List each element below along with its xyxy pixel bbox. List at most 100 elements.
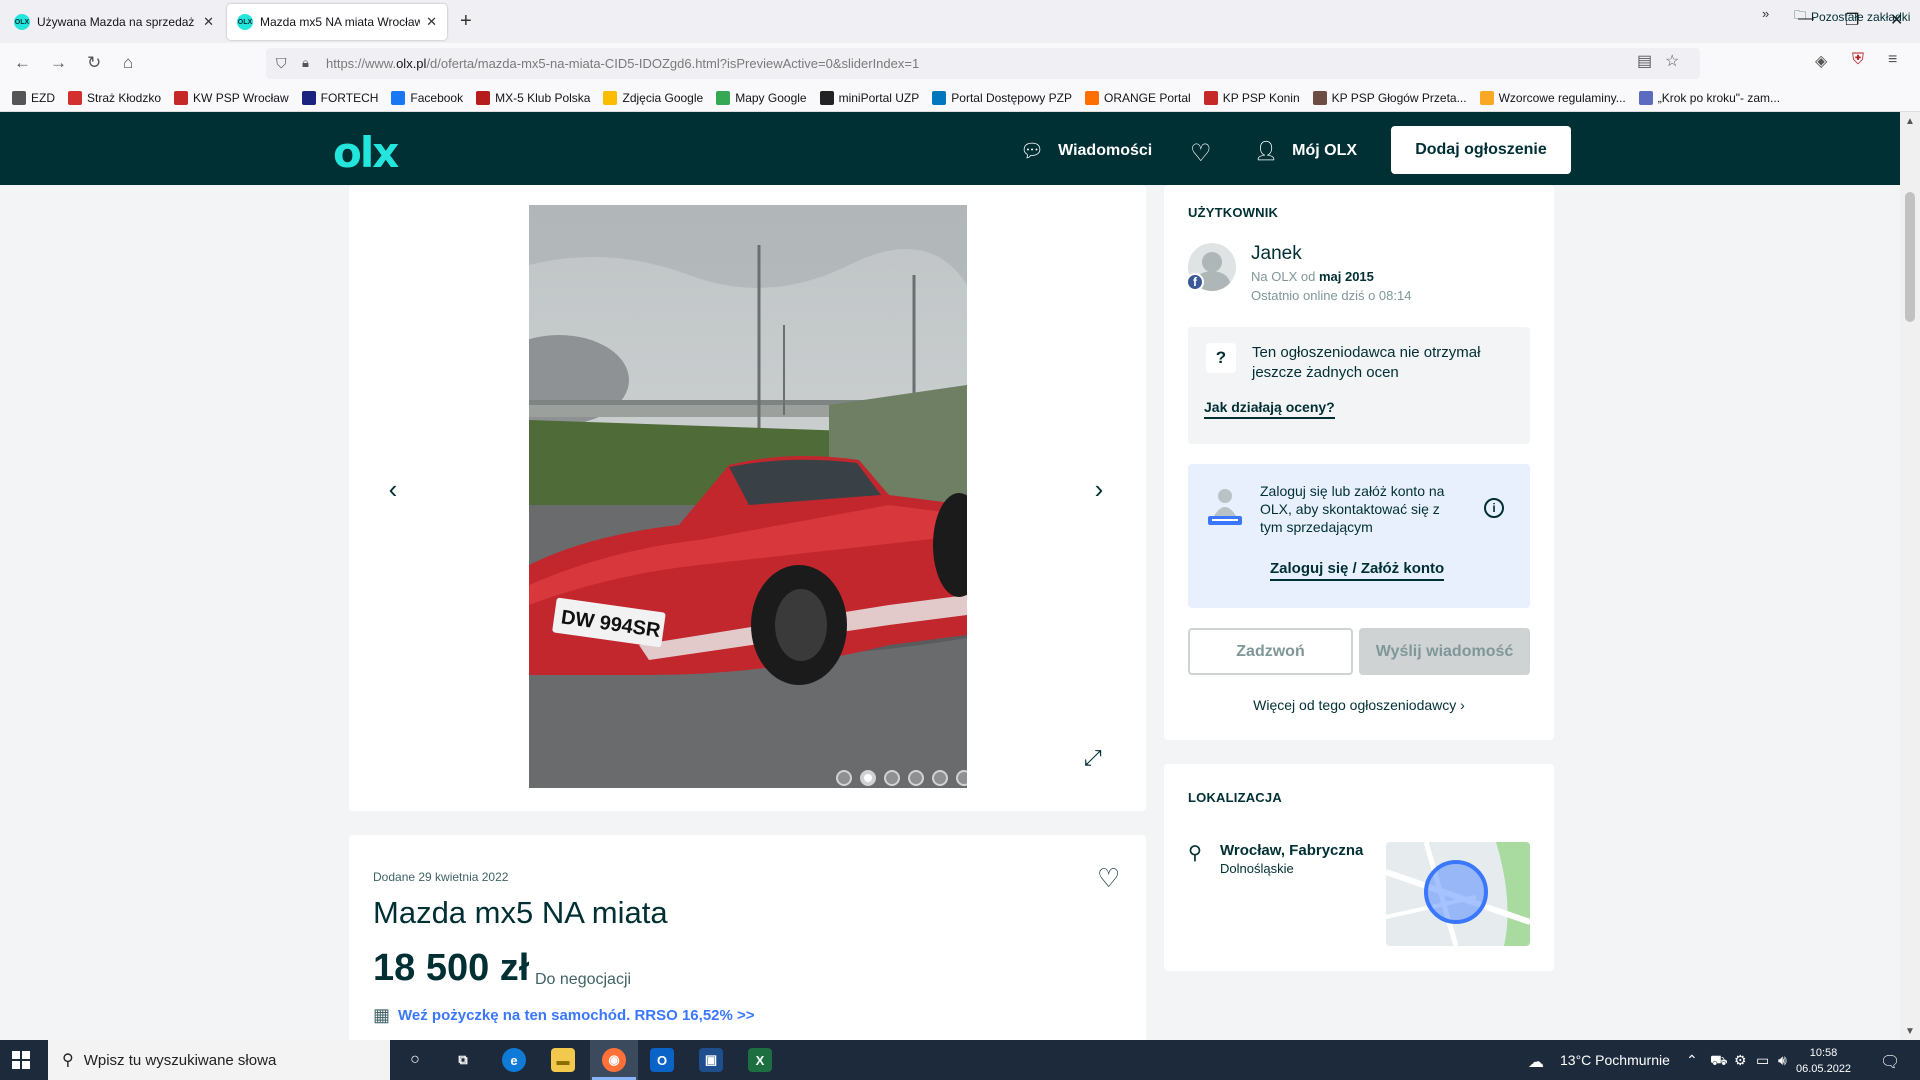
more-bookmarks-icon[interactable]: » — [1762, 6, 1769, 21]
page-scrollbar[interactable]: ▲ ▼ — [1900, 112, 1920, 1040]
bookmark-item[interactable]: FORTECH — [301, 90, 378, 105]
bookmark-label: miniPortal UZP — [838, 90, 920, 105]
bookmark-item[interactable]: miniPortal UZP — [819, 90, 920, 105]
windows-start-icon[interactable] — [12, 1051, 30, 1069]
bookmark-item[interactable]: ORANGE Portal — [1084, 90, 1191, 105]
call-button[interactable]: Zadzwoń — [1188, 628, 1353, 675]
gallery-dot[interactable] — [884, 770, 900, 786]
menu-icon[interactable]: ≡ — [1888, 51, 1897, 69]
bookmark-item[interactable]: KP PSP Konin — [1203, 90, 1300, 105]
negotiable-label: Do negocjacji — [535, 971, 632, 988]
bookmark-item[interactable]: EZD — [12, 90, 55, 105]
gallery-dot[interactable] — [932, 770, 948, 786]
tray-chevron-icon[interactable]: ⌃ — [1686, 1052, 1698, 1069]
my-olx-link[interactable]: 👤︎ Mój OLX — [1254, 139, 1357, 163]
location-city: Wrocław, Fabryczna — [1220, 842, 1364, 859]
forward-icon[interactable]: → — [50, 53, 67, 73]
weather-text[interactable]: 13°C Pochmurnie — [1560, 1052, 1670, 1068]
bookmark-item[interactable]: Straż Kłodzko — [68, 90, 161, 105]
tab-mazda-search[interactable]: OLX Używana Mazda na sprzedaż Og ✕ — [4, 4, 224, 40]
new-tab-icon[interactable]: + — [460, 10, 472, 33]
next-photo-button[interactable]: › — [1083, 473, 1115, 505]
location-section-heading: LOKALIZACJA — [1188, 790, 1282, 805]
photo-gallery: DW 994SR ‹ › ⤢ — [349, 185, 1146, 811]
send-message-button[interactable]: Wyślij wiadomość — [1359, 628, 1530, 675]
gallery-dot[interactable] — [860, 770, 876, 786]
favorite-heart-icon[interactable]: ♡ — [1097, 863, 1120, 894]
url-bar[interactable]: ⛉ 🔒︎ https://www. olx.pl/d/oferta/mazda-m… — [266, 48, 1700, 79]
close-tab-icon[interactable]: ✕ — [203, 14, 214, 30]
bookmark-item[interactable]: Wzorcowe regulaminy... — [1479, 90, 1626, 105]
login-register-link[interactable]: Zaloguj się / Załóż konto — [1270, 560, 1445, 581]
edge-icon[interactable]: e — [502, 1048, 526, 1072]
windows-taskbar: ⚲ Wpisz tu wyszukiwane słowa ○ ⧉ e ▬ ◉ O… — [0, 1040, 1920, 1080]
outlook-icon[interactable]: O — [650, 1048, 674, 1072]
gallery-dot[interactable] — [956, 770, 967, 786]
login-illustration-icon — [1208, 489, 1242, 525]
scroll-up-icon[interactable]: ▲ — [1905, 116, 1915, 127]
add-listing-button[interactable]: Dodaj ogłoszenie — [1391, 126, 1571, 174]
rating-box: ? Ten ogłoszeniodawca nie otrzymał jeszc… — [1188, 327, 1530, 444]
bookmark-label: MX-5 Klub Polska — [495, 90, 591, 105]
more-from-seller-link[interactable]: Więcej od tego ogłoszeniodawcy › — [1164, 697, 1554, 713]
olx-logo[interactable]: olx — [333, 128, 399, 177]
reader-view-icon[interactable]: ▤ — [1637, 51, 1652, 71]
location-pin-icon: ⚲ — [1188, 843, 1202, 864]
taskbar-search[interactable]: ⚲ Wpisz tu wyszukiwane słowa — [48, 1040, 390, 1080]
file-explorer-icon[interactable]: ▬ — [551, 1048, 575, 1072]
more-from-seller-label: Więcej od tego ogłoszeniodawcy — [1253, 697, 1457, 713]
bookmark-item[interactable]: „Krok po kroku"- zam... — [1638, 90, 1780, 105]
favorites-link[interactable]: ♡ — [1190, 139, 1212, 168]
cortana-icon[interactable]: ○ — [403, 1048, 427, 1072]
task-view-icon[interactable]: ⧉ — [451, 1048, 475, 1072]
bookmark-item[interactable]: Mapy Google — [716, 90, 807, 105]
bookmark-star-icon[interactable]: ☆ — [1665, 51, 1679, 71]
excel-icon[interactable]: X — [748, 1048, 772, 1072]
extension-icon[interactable]: ⛨ — [1852, 51, 1864, 69]
bookmark-item[interactable]: KW PSP Wrocław — [174, 90, 289, 105]
bookmark-item[interactable]: Facebook — [391, 90, 463, 105]
olx-favicon-icon: OLX — [14, 14, 30, 30]
volume-icon[interactable]: 🔊︎ — [1778, 1052, 1787, 1069]
app-icon[interactable]: ▣ — [699, 1048, 723, 1072]
bookmark-favicon-icon — [476, 90, 491, 105]
pocket-icon[interactable]: ◈ — [1815, 51, 1827, 71]
home-icon[interactable]: ⌂ — [123, 53, 133, 73]
reload-icon[interactable]: ↻ — [87, 53, 101, 73]
network-icon[interactable]: ▭ — [1756, 1052, 1769, 1069]
tray-settings-icon[interactable]: ⚙ — [1734, 1052, 1747, 1069]
bookmark-favicon-icon — [1203, 90, 1218, 105]
location-map[interactable] — [1386, 842, 1530, 946]
bookmark-item[interactable]: MX-5 Klub Polska — [476, 90, 591, 105]
how-ratings-work-link[interactable]: Jak działają oceny? — [1204, 399, 1335, 419]
firefox-icon[interactable]: ◉ — [592, 1048, 636, 1080]
scroll-down-icon[interactable]: ▼ — [1905, 1026, 1915, 1037]
fullscreen-icon[interactable]: ⤢ — [1084, 745, 1102, 771]
bookmark-favicon-icon — [301, 90, 316, 105]
back-icon[interactable]: ← — [14, 53, 31, 73]
tracking-shield-icon[interactable]: ⛉ — [276, 55, 287, 72]
messages-link[interactable]: 💬︎ Wiadomości — [1020, 139, 1152, 163]
listing-photo[interactable]: DW 994SR — [529, 205, 967, 788]
prev-photo-button[interactable]: ‹ — [377, 473, 409, 505]
system-clock[interactable]: 10:58 06.05.2022 — [1796, 1045, 1851, 1077]
tab-mazda-listing[interactable]: OLX Mazda mx5 NA miata Wrocław ✕ — [227, 4, 447, 40]
calculator-icon: ▦ — [373, 1005, 391, 1025]
info-icon[interactable]: i — [1484, 498, 1504, 518]
lock-icon[interactable]: 🔒︎ — [302, 55, 309, 71]
seller-name[interactable]: Janek — [1251, 243, 1302, 265]
scrollbar-thumb[interactable] — [1905, 192, 1915, 322]
bookmark-item[interactable]: Portal Dostępowy PZP — [932, 90, 1072, 105]
added-date: Dodane 29 kwietnia 2022 — [373, 870, 509, 884]
notifications-icon[interactable]: 🗨︎ — [1880, 1052, 1900, 1072]
loan-link-label: Weź pożyczkę na ten samochód. RRSO 16,52… — [398, 1007, 755, 1024]
close-tab-icon[interactable]: ✕ — [426, 14, 437, 30]
gallery-dot[interactable] — [908, 770, 924, 786]
loan-link[interactable]: ▦ Weź pożyczkę na ten samochód. RRSO 16,… — [373, 1005, 755, 1026]
tray-app-icon[interactable]: ⛟ — [1710, 1052, 1728, 1071]
bookmark-item[interactable]: Zdjęcia Google — [603, 90, 703, 105]
other-bookmarks[interactable]: 🗀 Pozostałe zakładki — [1794, 6, 1910, 27]
bookmark-item[interactable]: KP PSP Głogów Przeta... — [1312, 90, 1467, 105]
gallery-dot[interactable] — [836, 770, 852, 786]
folder-icon: 🗀 — [1794, 8, 1807, 22]
